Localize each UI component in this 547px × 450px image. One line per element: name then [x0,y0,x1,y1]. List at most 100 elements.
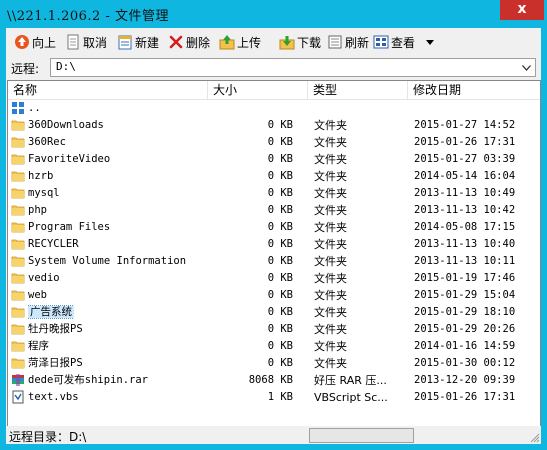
file-row[interactable]: RECYCLER 0 KB 文件夹 2013-11-13 10:40 [8,236,540,253]
up-button[interactable]: 向上 [14,32,56,52]
title-bar[interactable]: \\221.1.206.2 - 文件管理 x [0,0,547,28]
remote-path-combobox[interactable]: D:\ [50,58,536,77]
file-row[interactable]: 菏泽日报PS 0 KB 文件夹 2015-01-30 00:12 [8,355,540,372]
file-size: 0 KB [267,153,293,165]
file-type: 文件夹 [314,289,347,302]
cancel-button-label: 取消 [83,35,108,50]
file-type: 文件夹 [314,187,347,200]
remote-path-value: D:\ [56,60,76,73]
view-dropdown-button[interactable] [425,32,437,52]
file-row[interactable]: mysql 0 KB 文件夹 2013-11-13 10:49 [8,185,540,202]
download-button[interactable]: 下载 [279,32,321,52]
file-type: 文件夹 [314,153,347,166]
file-modified: 2013-11-13 10:42 [414,204,516,216]
view-button[interactable]: 查看 [373,32,415,52]
column-header-size[interactable]: 大小 [208,81,308,99]
file-size: 0 KB [267,170,293,182]
file-row[interactable]: System Volume Information 0 KB 文件夹 2013-11-… [8,253,540,270]
file-name: FavoriteVideo [28,153,111,165]
file-row[interactable]: php 0 KB 文件夹 2013-11-13 10:42 [8,202,540,219]
file-row[interactable]: vedio 0 KB 文件夹 2015-01-19 17:46 [8,270,540,287]
file-row[interactable]: web 0 KB 文件夹 2015-01-29 15:04 [8,287,540,304]
parent-directory-row[interactable]: .. [8,100,540,117]
file-size: 0 KB [267,204,293,216]
column-header-name[interactable]: 名称 [8,81,208,99]
file-size: 0 KB [267,238,293,250]
parent-directory-label: .. [28,102,41,114]
file-type: 文件夹 [314,119,347,132]
file-size: 0 KB [267,340,293,352]
file-row[interactable]: 牡丹晚报PS 0 KB 文件夹 2015-01-29 20:26 [8,321,540,338]
refresh-button-label: 刷新 [345,35,370,50]
status-remote-directory: 远程目录：D:\ [9,430,87,444]
file-name: mysql [28,187,60,199]
upload-button[interactable]: 上传 [219,32,261,52]
folder-icon [11,222,25,233]
file-name: php [28,204,47,216]
file-name: 程序 [28,340,49,352]
file-row[interactable]: 程序 0 KB 文件夹 2014-01-16 14:59 [8,338,540,355]
file-row[interactable]: text.vbs 1 KB VBScript Sc... 2015-01-26 17:… [8,389,540,406]
combobox-dropdown-button[interactable] [518,59,535,76]
dropdown-arrow-icon [426,40,434,45]
file-row[interactable]: 360Downloads 0 KB 文件夹 2015-01-27 14:52 [8,117,540,134]
file-row[interactable]: dede可发布shipin.rar 8068 KB 好压 RAR 压... 2013-… [8,372,540,389]
file-size: 0 KB [267,323,293,335]
selected-name-highlight: 广告系统 [28,305,74,319]
file-row[interactable]: Program Files 0 KB 文件夹 2014-05-08 17:15 [8,219,540,236]
file-name: 牡丹晚报PS [28,323,83,335]
chevron-down-icon [522,64,531,71]
file-type: VBScript Sc... [314,391,388,404]
window-title: \\221.1.206.2 - 文件管理 [7,9,169,24]
view-button-label: 查看 [391,35,416,50]
cancel-button[interactable]: 取消 [65,32,107,52]
file-size: 0 KB [267,306,293,318]
status-bar: 远程目录：D:\ [6,426,541,444]
file-name: RECYCLER [28,238,79,250]
file-modified: 2014-05-08 17:15 [414,221,516,233]
folder-icon [11,341,25,352]
file-name: hzrb [28,170,54,182]
file-name: 广告系统 [28,304,74,321]
close-button[interactable]: x [500,0,544,20]
file-row[interactable]: FavoriteVideo 0 KB 文件夹 2015-01-27 03:39 [8,151,540,168]
file-name: text.vbs [28,391,79,403]
file-modified: 2015-01-29 15:04 [414,289,516,301]
folder-icon [11,290,25,301]
file-size: 0 KB [267,221,293,233]
resize-grip-icon[interactable] [530,433,540,443]
list-header: 名称 大小 类型 修改日期 [8,81,540,100]
refresh-button[interactable]: 刷新 [327,32,369,52]
file-list[interactable]: 名称 大小 类型 修改日期 .. 360Downloads 0 KB 文件夹 2015… [7,80,541,428]
file-type: 文件夹 [314,170,347,183]
rar-archive-icon [12,374,24,386]
download-icon [279,36,295,50]
column-header-modified[interactable]: 修改日期 [408,81,540,99]
delete-button-label: 删除 [186,35,211,50]
parent-directory-icon [12,102,24,114]
download-button-label: 下载 [297,35,322,50]
upload-icon [219,35,235,50]
file-size: 0 KB [267,357,293,369]
new-button[interactable]: 新建 [117,32,159,52]
file-type: 文件夹 [314,238,347,251]
file-row[interactable]: hzrb 0 KB 文件夹 2014-05-14 16:04 [8,168,540,185]
file-modified: 2014-01-16 14:59 [414,340,516,352]
file-manager-window: \\221.1.206.2 - 文件管理 x 向上 取消 新建 删除 上传 下载… [0,0,547,450]
folder-icon [11,239,25,250]
file-type: 好压 RAR 压... [314,374,387,387]
up-arrow-icon [15,35,29,49]
column-header-type[interactable]: 类型 [308,81,408,99]
file-size: 0 KB [267,187,293,199]
file-modified: 2015-01-29 18:10 [414,306,516,318]
file-size: 1 KB [267,391,293,403]
folder-icon [11,154,25,165]
delete-button[interactable]: 删除 [168,32,210,52]
file-size: 0 KB [267,272,293,284]
file-modified: 2015-01-29 20:26 [414,323,516,335]
remote-label: 远程: [11,62,40,76]
file-row[interactable]: 广告系统 0 KB 文件夹 2015-01-29 18:10 [8,304,540,321]
refresh-icon [328,35,342,49]
file-row[interactable]: 360Rec 0 KB 文件夹 2015-01-26 17:31 [8,134,540,151]
file-modified: 2014-05-14 16:04 [414,170,516,182]
